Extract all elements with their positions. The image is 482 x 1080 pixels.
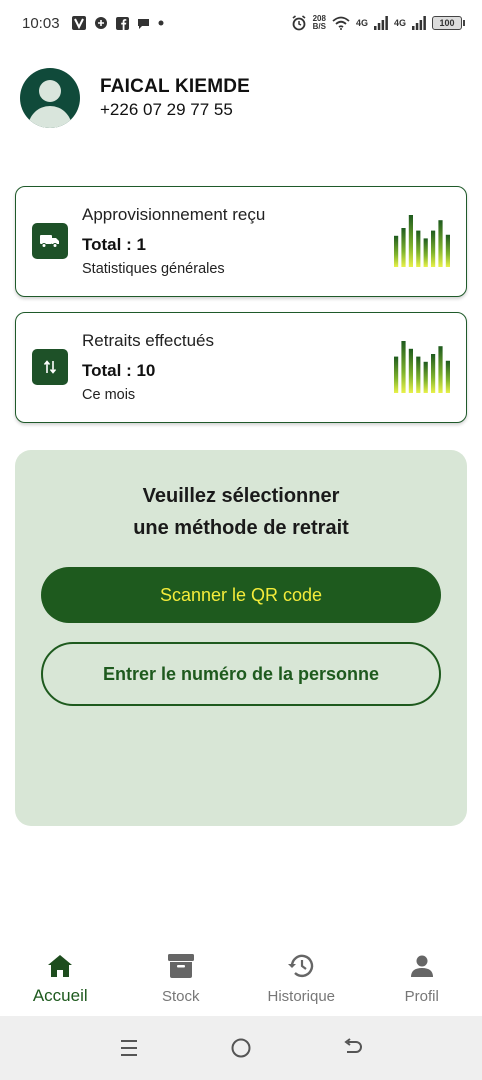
avatar bbox=[20, 68, 80, 128]
network-type-2: 4G bbox=[393, 18, 406, 28]
mini-bar bbox=[438, 346, 443, 393]
mini-bar bbox=[394, 356, 399, 393]
mini-bar bbox=[401, 228, 406, 267]
mini-bar bbox=[431, 230, 436, 267]
nav-label: Historique bbox=[267, 988, 336, 1005]
mini-bar bbox=[408, 215, 413, 267]
facebook-icon bbox=[115, 16, 129, 30]
person-icon bbox=[410, 952, 434, 980]
card-title: Retraits effectués bbox=[82, 331, 214, 350]
swap-vertical-icon bbox=[32, 349, 68, 385]
mini-bar bbox=[431, 354, 436, 393]
system-navigation-bar bbox=[0, 1016, 482, 1080]
network-speed-unit: B/S bbox=[312, 22, 326, 31]
network-speed: 208 B/S bbox=[313, 15, 326, 31]
user-name: FAICAL KIEMDE bbox=[100, 76, 251, 97]
card-title: Approvisionnement reçu bbox=[82, 205, 266, 224]
history-icon bbox=[287, 952, 315, 980]
bottom-navigation: Accueil Stock Historique Profil bbox=[0, 940, 482, 1016]
recent-apps-icon[interactable] bbox=[117, 1036, 141, 1060]
card-subtitle: Ce mois bbox=[82, 387, 136, 403]
mini-bar bbox=[423, 238, 428, 267]
signal-icon-1 bbox=[373, 16, 388, 30]
v-app-icon bbox=[71, 16, 86, 30]
signal-icon-2 bbox=[412, 16, 426, 30]
mini-bar bbox=[401, 341, 406, 393]
nav-label: Profil bbox=[404, 988, 439, 1005]
mini-bar-chart-icon bbox=[394, 341, 450, 393]
status-bar: 10:03 208 B/S 4G 4G 100 bbox=[0, 0, 482, 46]
status-time: 10:03 bbox=[22, 14, 60, 32]
nav-item-stock[interactable]: Stock bbox=[121, 940, 242, 1016]
withdrawal-method-panel: Veuillez sélectionner une méthode de ret… bbox=[15, 450, 467, 826]
battery-icon: 100 bbox=[432, 16, 465, 30]
mini-bar bbox=[445, 360, 450, 393]
network-type-1: 4G bbox=[355, 18, 368, 28]
home-icon bbox=[47, 952, 73, 980]
method-title-line-1: Veuillez sélectionner bbox=[142, 485, 340, 507]
supply-received-card[interactable]: Approvisionnement reçu Total : 1 Statist… bbox=[15, 186, 467, 297]
enter-person-number-button[interactable]: Entrer le numéro de la personne bbox=[41, 642, 441, 706]
withdrawals-card[interactable]: Retraits effectués Total : 10 Ce mois bbox=[15, 312, 467, 423]
more-notifications-dot-icon bbox=[158, 20, 164, 26]
card-total: Total : 10 bbox=[82, 361, 156, 380]
nav-item-profil[interactable]: Profil bbox=[362, 940, 482, 1016]
mini-bar bbox=[408, 348, 413, 393]
alarm-icon bbox=[291, 15, 307, 31]
home-circle-icon[interactable] bbox=[229, 1036, 253, 1060]
card-subtitle: Statistiques générales bbox=[82, 261, 225, 277]
chat-icon bbox=[137, 17, 150, 30]
card-total: Total : 1 bbox=[82, 235, 146, 254]
nav-item-historique[interactable]: Historique bbox=[241, 940, 362, 1016]
method-panel-title: Veuillez sélectionner une méthode de ret… bbox=[15, 480, 467, 544]
mini-bar-chart-icon bbox=[394, 215, 450, 267]
nav-label: Stock bbox=[161, 988, 200, 1005]
user-phone: +226 07 29 77 55 bbox=[100, 100, 233, 119]
wifi-icon bbox=[332, 16, 350, 30]
archive-icon bbox=[167, 952, 195, 980]
nav-item-accueil[interactable]: Accueil bbox=[0, 940, 121, 1016]
mini-bar bbox=[423, 361, 428, 393]
profile-header: FAICAL KIEMDE +226 07 29 77 55 bbox=[20, 68, 250, 128]
battery-level: 100 bbox=[439, 18, 455, 28]
truck-icon bbox=[32, 223, 68, 259]
mini-bar bbox=[416, 230, 421, 267]
nav-label: Accueil bbox=[32, 986, 88, 1005]
mini-bar bbox=[416, 356, 421, 393]
method-title-line-2: une méthode de retrait bbox=[133, 517, 349, 539]
mini-bar bbox=[394, 235, 399, 267]
back-icon[interactable] bbox=[341, 1036, 365, 1060]
mini-bar bbox=[438, 220, 443, 267]
scan-qr-code-button[interactable]: Scanner le QR code bbox=[41, 567, 441, 623]
vpn-icon bbox=[94, 16, 108, 30]
mini-bar bbox=[445, 234, 450, 267]
